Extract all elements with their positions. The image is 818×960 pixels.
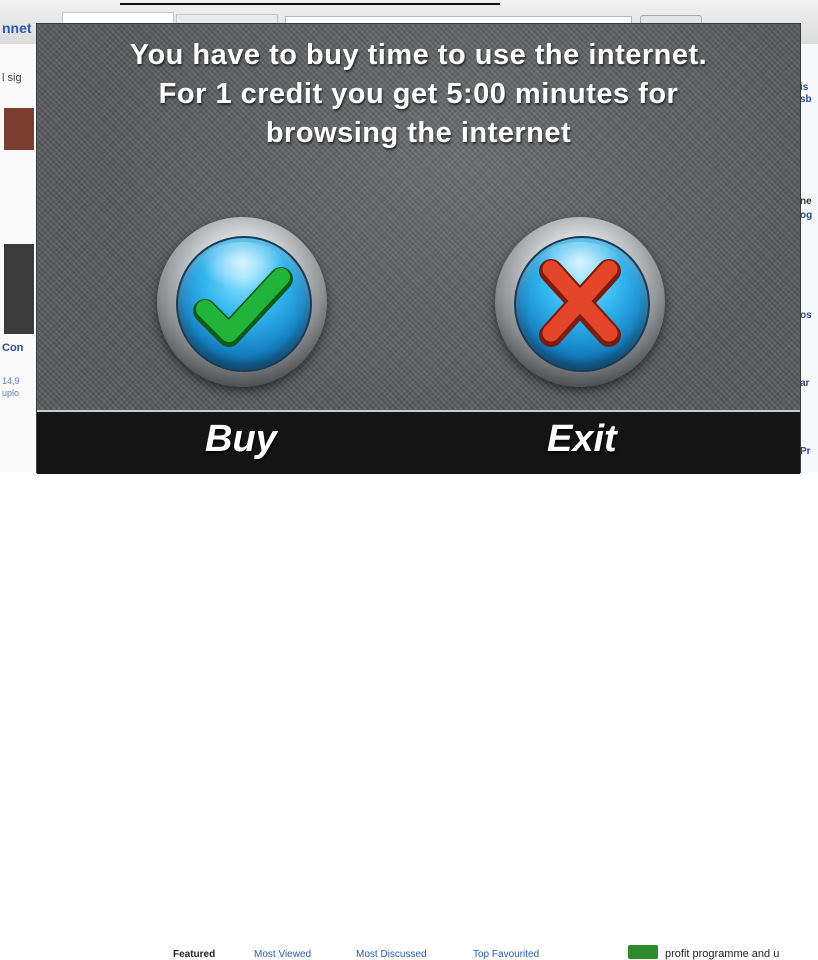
profit-text: profit programme and u — [665, 948, 780, 960]
exit-button[interactable] — [495, 217, 665, 387]
video-thumbnail[interactable] — [4, 244, 34, 334]
checkmark-icon — [193, 267, 293, 347]
right-snippet: is — [800, 82, 809, 93]
left-column: l sig Con 14,9 uplo — [0, 44, 36, 489]
left-snippet: 14,9 — [2, 376, 20, 386]
tab-most-discussed[interactable]: Most Discussed — [356, 949, 427, 960]
message-line: You have to buy time to use the internet… — [129, 39, 708, 71]
right-snippet[interactable]: ar — [800, 378, 809, 389]
buy-label[interactable]: Buy — [205, 418, 277, 461]
tab-featured[interactable]: Featured — [173, 949, 215, 960]
video-thumbnail[interactable] — [4, 108, 34, 150]
buy-time-modal: You have to buy time to use the internet… — [37, 24, 800, 474]
right-column — [798, 44, 818, 489]
tab-most-viewed[interactable]: Most Viewed — [254, 949, 311, 960]
x-cross-icon — [539, 259, 621, 347]
left-snippet: uplo — [2, 388, 20, 398]
action-bar: Buy Exit — [37, 410, 800, 474]
bottom-tabs-row: Featured Most Viewed Most Discussed Top … — [0, 472, 818, 960]
message-line: For 1 credit you get 5:00 minutes for — [158, 78, 679, 110]
title-underline — [120, 3, 500, 5]
right-snippet[interactable]: sb — [800, 94, 812, 105]
message-line: browsing the internet — [265, 117, 572, 149]
exit-label[interactable]: Exit — [547, 418, 617, 461]
site-logo: nnet — [2, 20, 32, 36]
buy-button[interactable] — [157, 217, 327, 387]
right-snippet[interactable]: Pr — [800, 446, 811, 457]
left-snippet[interactable]: Con — [2, 342, 23, 354]
right-snippet[interactable]: og — [800, 210, 812, 221]
tab-top-favourited[interactable]: Top Favourited — [473, 949, 539, 960]
right-snippet: ne — [800, 196, 812, 207]
right-snippet[interactable]: os — [800, 310, 812, 321]
modal-message: You have to buy time to use the internet… — [37, 36, 800, 153]
green-badge — [628, 945, 658, 959]
left-snippet: l sig — [2, 72, 22, 84]
